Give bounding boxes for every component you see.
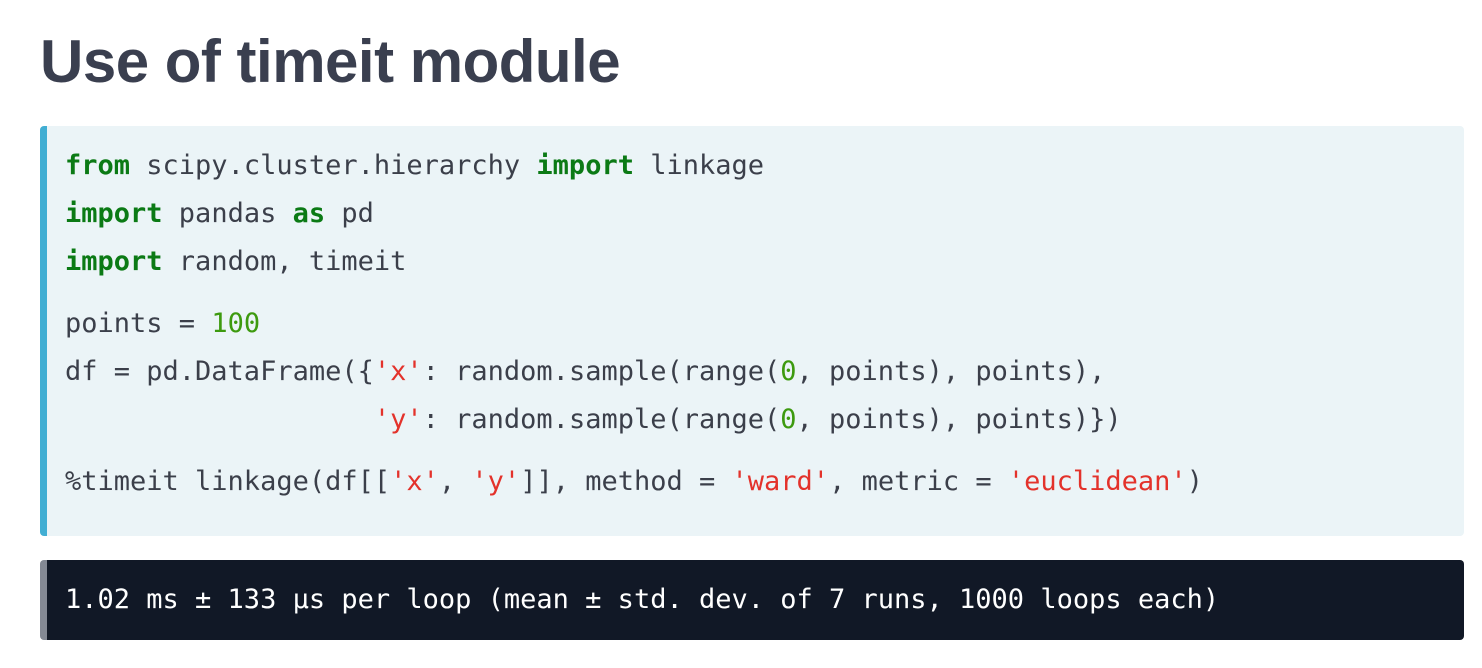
code-text: ]], method = [520,466,732,497]
code-keyword: as [292,198,326,229]
code-keyword: from [65,150,131,181]
code-line: df = pd.DataFrame({'x': random.sample(ra… [65,354,1105,390]
code-line: from scipy.cluster.hierarchy import link… [65,148,764,184]
code-text: , [438,466,472,497]
code-line: import random, timeit [65,244,406,280]
code-line: %timeit linkage(df[['x', 'y']], method =… [65,464,1203,500]
code-number: 0 [780,356,797,387]
code-text: , points), points), [796,356,1106,387]
code-text: linkage [633,150,765,181]
code-line: 'y': random.sample(range(0, points), poi… [65,402,1122,438]
code-text: points = [65,308,212,339]
code-keyword: import [65,246,163,277]
page-title: Use of timeit module [40,28,621,95]
code-string: 'y' [471,466,521,497]
output-text: 1.02 ms ± 133 µs per loop (mean ± std. d… [65,584,1220,615]
code-text: : random.sample(range( [422,356,781,387]
code-string: 'euclidean' [1007,466,1187,497]
code-text: random, timeit [162,246,407,277]
code-text: pd [325,198,374,229]
code-string: 'y' [373,404,423,435]
code-string: 'ward' [731,466,830,497]
code-block[interactable]: from scipy.cluster.hierarchy import link… [40,126,1464,536]
code-keyword: import [65,198,163,229]
code-line: points = 100 [65,306,260,342]
code-number: 100 [211,308,261,339]
code-string: 'x' [390,466,439,497]
code-text: , points), points)}) [796,404,1122,435]
code-text: pandas [162,198,293,229]
code-text: : random.sample(range( [422,404,781,435]
code-text: ) [1186,466,1203,497]
code-text: , metric = [829,466,1008,497]
code-text: df = pd.DataFrame({ [65,356,374,387]
code-number: 0 [780,404,797,435]
output-block[interactable]: 1.02 ms ± 133 µs per loop (mean ± std. d… [40,560,1464,640]
code-text: %timeit linkage(df[[ [65,466,391,497]
code-text: scipy.cluster.hierarchy [130,150,537,181]
code-string: 'x' [373,356,423,387]
code-line: import pandas as pd [65,196,374,232]
code-keyword: import [536,150,634,181]
